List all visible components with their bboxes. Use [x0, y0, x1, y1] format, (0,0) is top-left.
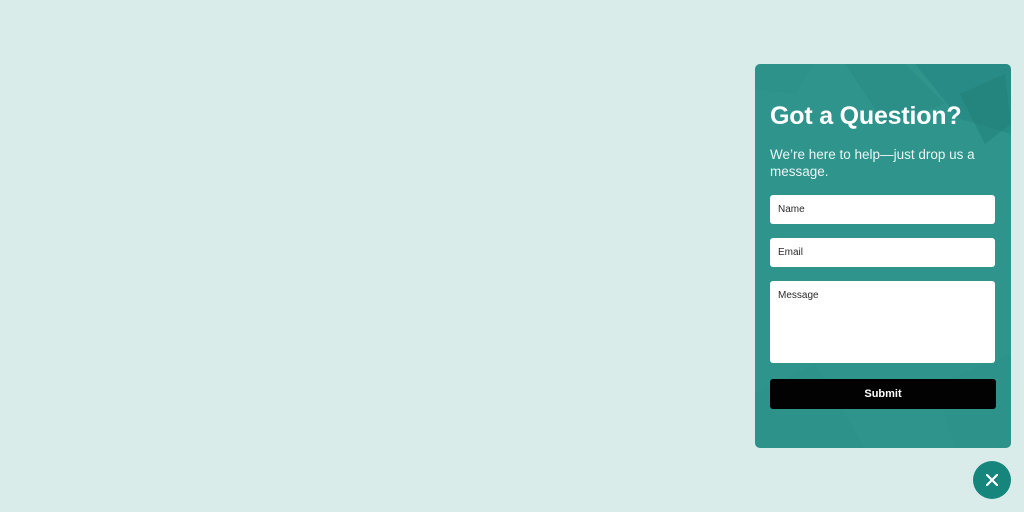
close-widget-button[interactable] — [973, 461, 1011, 499]
contact-widget-panel: Got a Question? We’re here to help—just … — [755, 64, 1011, 448]
widget-title: Got a Question? — [770, 102, 962, 130]
name-field[interactable] — [770, 195, 995, 224]
page: Got a Question? We’re here to help—just … — [0, 0, 1024, 512]
close-icon — [985, 473, 999, 487]
email-field[interactable] — [770, 238, 995, 267]
widget-subtitle: We’re here to help—just drop us a messag… — [770, 147, 975, 179]
message-field[interactable] — [770, 281, 995, 363]
submit-button[interactable]: Submit — [770, 379, 996, 409]
